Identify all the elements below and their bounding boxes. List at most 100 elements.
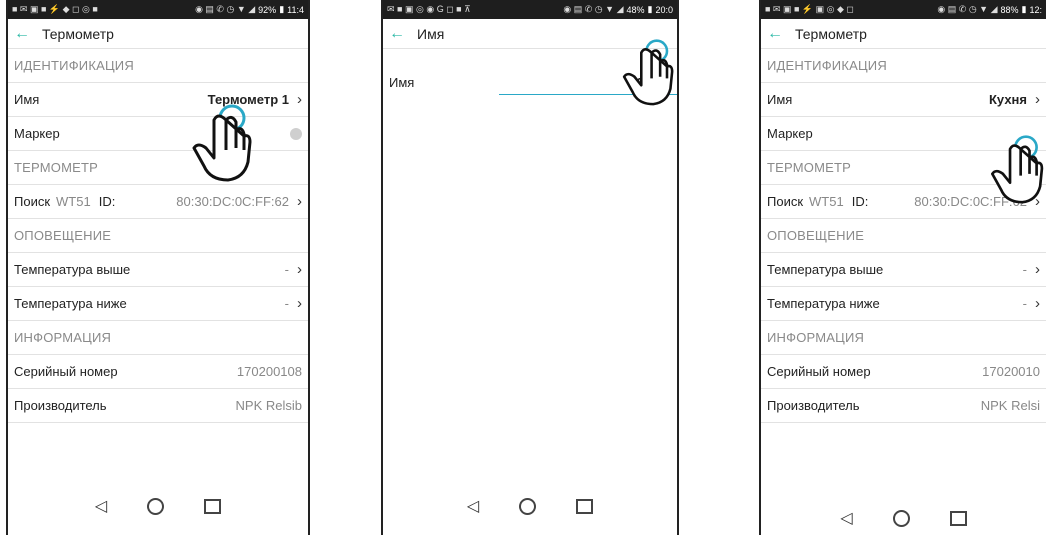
status-time: 11:4 [287, 4, 304, 15]
signal-icons: ◉ ▤ ✆ ◷ ▼ ◢ [563, 4, 624, 14]
id-label: ID: [851, 194, 869, 209]
chevron-right-icon: › [297, 261, 302, 278]
vendor-value: NPK Relsib [235, 398, 302, 413]
chevron-right-icon: › [1035, 261, 1040, 278]
marker-label: Маркер [14, 126, 60, 141]
nav-back-icon[interactable]: ◁ [840, 508, 852, 528]
status-time: 12: [1029, 4, 1042, 15]
page-title: Имя [417, 25, 445, 42]
temp-high-label: Температура выше [767, 262, 884, 277]
search-model: WT51 [56, 194, 91, 209]
app-bar: ← Термометр [761, 19, 1046, 49]
temp-low-label: Температура ниже [767, 296, 880, 311]
section-info: ИНФОРМАЦИЯ [761, 321, 1046, 355]
nav-home-icon[interactable] [147, 497, 165, 515]
nav-home-icon[interactable] [892, 509, 910, 527]
battery-icon: ▮ [279, 4, 285, 14]
vendor-row: Производитель NPK Relsi [761, 389, 1046, 423]
section-identification: ИДЕНТИФИКАЦИЯ [8, 49, 308, 83]
id-label: ID: [98, 194, 116, 209]
back-arrow-icon[interactable]: ← [389, 25, 405, 43]
status-bar: ✉ ■ ▣ ◎ ◉ G ◻ ■ ⊼ ◉ ▤ ✆ ◷ ▼ ◢ 48% ▮ 20:0 [383, 0, 677, 19]
page-title: Термометр [42, 25, 114, 42]
section-info: ИНФОРМАЦИЯ [8, 321, 308, 355]
chevron-right-icon: › [297, 91, 302, 108]
temp-low-row[interactable]: Температура ниже - › [761, 287, 1046, 321]
chevron-right-icon: › [297, 193, 302, 210]
serial-label: Серийный номер [14, 364, 118, 379]
marker-row[interactable]: Маркер [8, 117, 308, 151]
serial-value: 17020010 [982, 364, 1040, 379]
vendor-label: Производитель [14, 398, 107, 413]
name-field-label: Имя [389, 75, 415, 90]
phone-screen-2: ✉ ■ ▣ ◎ ◉ G ◻ ■ ⊼ ◉ ▤ ✆ ◷ ▼ ◢ 48% ▮ 20:0… [381, 0, 679, 535]
temp-low-value: - [1022, 296, 1027, 311]
nav-recents-icon[interactable] [204, 498, 222, 514]
section-alerts: ОПОВЕЩЕНИЕ [761, 219, 1046, 253]
section-thermometer: ТЕРМОМЕТР [8, 151, 308, 185]
nav-home-icon[interactable] [519, 497, 537, 515]
signal-icons: ◉ ▤ ✆ ◷ ▼ ◢ [195, 4, 256, 14]
battery-percent: 92% [258, 4, 277, 15]
page-title: Термометр [795, 25, 867, 42]
name-row[interactable]: Имя Термометр 1 › [8, 83, 308, 117]
app-bar: ← Термометр [8, 19, 308, 49]
temp-high-value: - [284, 262, 289, 277]
touch-hand-icon [192, 104, 252, 182]
serial-row: Серийный номер 17020010 [761, 355, 1046, 389]
phone-screen-1: ■ ✉ ▣ ■ ⚡ ◆ ◻ ◎ ■ ◉ ▤ ✆ ◷ ▼ ◢ 92% ▮ 11:4… [6, 0, 310, 535]
status-bar: ■ ✉ ▣ ■ ⚡ ◆ ◻ ◎ ■ ◉ ▤ ✆ ◷ ▼ ◢ 92% ▮ 11:4 [8, 0, 308, 19]
status-right: ◉ ▤ ✆ ◷ ▼ ◢ 48% ▮ 20:0 [563, 4, 673, 15]
search-row[interactable]: Поиск WT51 ID: 80:30:DC:0C:FF:62 › [8, 185, 308, 219]
back-arrow-icon[interactable]: ← [767, 25, 783, 43]
back-arrow-icon[interactable]: ← [14, 25, 30, 43]
chevron-right-icon: › [1035, 91, 1040, 108]
serial-label: Серийный номер [767, 364, 871, 379]
temp-high-label: Температура выше [14, 262, 131, 277]
battery-percent: 88% [1000, 4, 1019, 15]
status-right: ◉ ▤ ✆ ◷ ▼ ◢ 88% ▮ 12: [937, 4, 1042, 15]
battery-icon: ▮ [647, 4, 653, 14]
battery-icon: ▮ [1021, 4, 1027, 14]
section-alerts: ОПОВЕЩЕНИЕ [8, 219, 308, 253]
temp-high-row[interactable]: Температура выше - › [8, 253, 308, 287]
signal-icons: ◉ ▤ ✆ ◷ ▼ ◢ [937, 4, 998, 14]
notification-icons: ■ ✉ ▣ ■ ⚡ ▣ ◎ ◆ ◻ [765, 4, 854, 14]
temp-low-row[interactable]: Температура ниже - › [8, 287, 308, 321]
temp-low-label: Температура ниже [14, 296, 127, 311]
marker-color-dot[interactable] [290, 127, 302, 140]
status-right: ◉ ▤ ✆ ◷ ▼ ◢ 92% ▮ 11:4 [195, 4, 304, 15]
vendor-label: Производитель [767, 398, 860, 413]
status-bar: ■ ✉ ▣ ■ ⚡ ▣ ◎ ◆ ◻ ◉ ▤ ✆ ◷ ▼ ◢ 88% ▮ 12: [761, 0, 1046, 19]
chevron-right-icon: › [297, 295, 302, 312]
name-label: Имя [767, 92, 793, 107]
vendor-value: NPK Relsi [980, 398, 1040, 413]
touch-hand-icon [622, 39, 674, 106]
notification-icons: ■ ✉ ▣ ■ ⚡ ◆ ◻ ◎ ■ [12, 4, 98, 14]
name-label: Имя [14, 92, 40, 107]
temp-high-value: - [1022, 262, 1027, 277]
search-label: Поиск [767, 194, 804, 209]
nav-bar: ◁ [383, 491, 677, 521]
name-row[interactable]: Имя Кухня › [761, 83, 1046, 117]
nav-back-icon[interactable]: ◁ [467, 496, 479, 516]
nav-bar: ◁ [8, 491, 308, 521]
serial-row: Серийный номер 170200108 [8, 355, 308, 389]
nav-bar: ◁ [761, 503, 1046, 533]
notification-icons: ✉ ■ ▣ ◎ ◉ G ◻ ■ ⊼ [387, 4, 471, 14]
section-identification: ИДЕНТИФИКАЦИЯ [761, 49, 1046, 83]
id-value: 80:30:DC:0C:FF:62 [176, 194, 289, 209]
nav-recents-icon[interactable] [576, 498, 594, 514]
phone-screen-3: ■ ✉ ▣ ■ ⚡ ▣ ◎ ◆ ◻ ◉ ▤ ✆ ◷ ▼ ◢ 88% ▮ 12: … [759, 0, 1046, 535]
nav-back-icon[interactable]: ◁ [95, 496, 107, 516]
touch-hand-icon [990, 135, 1044, 204]
nav-recents-icon[interactable] [949, 510, 967, 526]
marker-label: Маркер [767, 126, 813, 141]
temp-high-row[interactable]: Температура выше - › [761, 253, 1046, 287]
status-time: 20:0 [655, 4, 673, 15]
name-value: Кухня [989, 92, 1027, 107]
search-label: Поиск [14, 194, 51, 209]
temp-low-value: - [284, 296, 289, 311]
serial-value: 170200108 [236, 364, 302, 379]
search-model: WT51 [809, 194, 844, 209]
